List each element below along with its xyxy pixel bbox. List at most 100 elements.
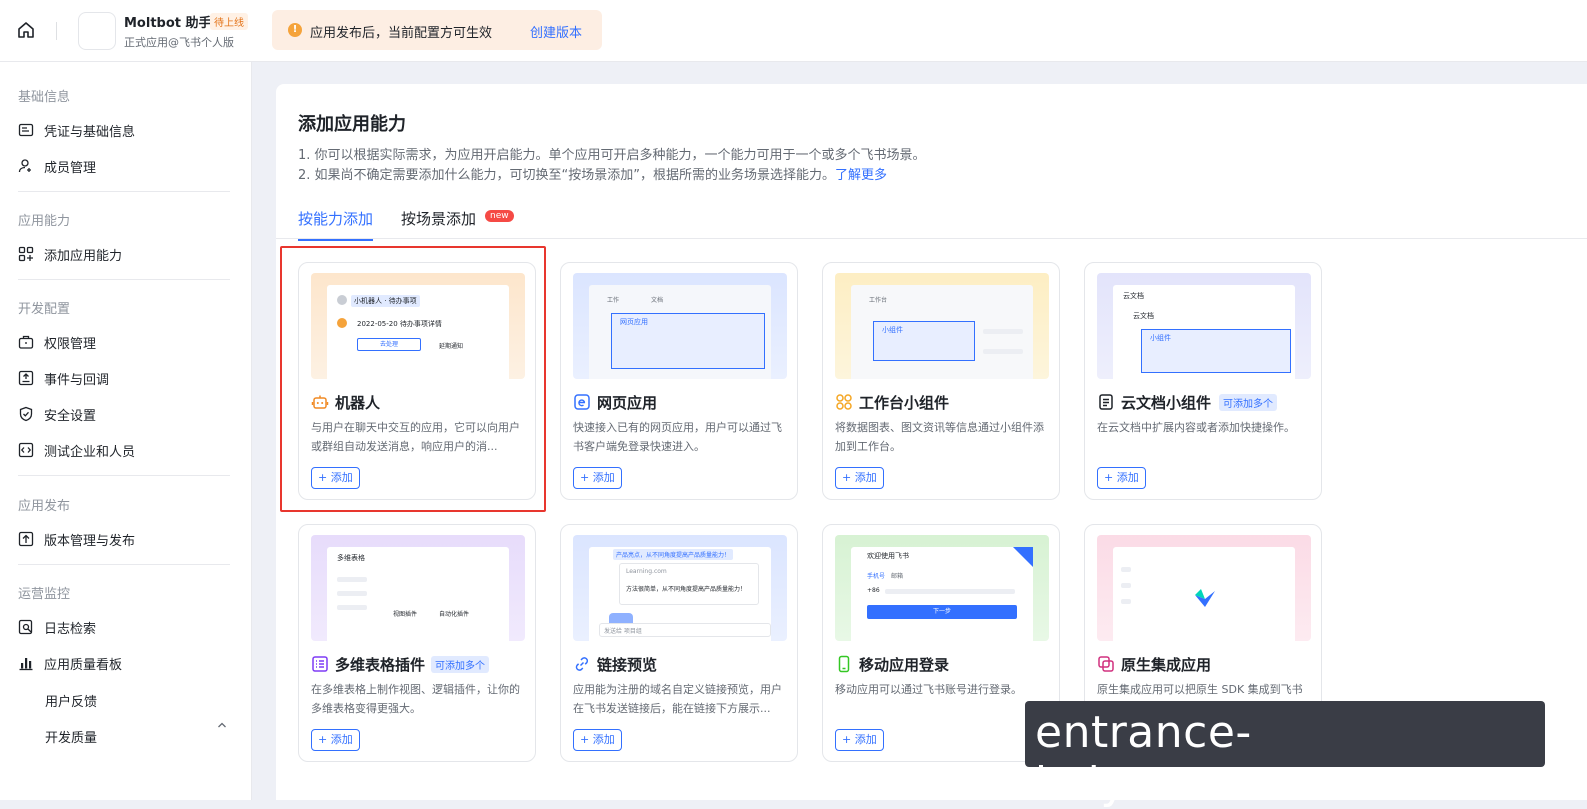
tab-by-scenario[interactable]: 按场景添加 xyxy=(401,208,476,229)
capability-card-web-app[interactable]: 工作 文档 网页应用 网页应用 快速接入已有的网页应用，用户可以通过飞书客户端免… xyxy=(560,262,798,500)
multi-badge: 可添加多个 xyxy=(1219,394,1277,411)
doc-icon xyxy=(1099,394,1113,410)
top-bar: Moltbot 助手 待上线 正式应用@飞书个人版 ! 应用发布后，当前配置方可… xyxy=(0,0,1587,62)
code-icon xyxy=(18,442,34,458)
illustration-tab: 手机号 xyxy=(867,573,886,580)
capability-card-doc-widget[interactable]: 云文档 云文档 小组件 云文档小组件 可添加多个 在云文档中扩展内容或者添加快捷… xyxy=(1084,262,1322,500)
illustration-label: 自动化插件 xyxy=(439,611,470,618)
placeholder-bar xyxy=(1121,583,1131,588)
illustration-text: 方法很简单，从不同角度提高产品质量能力！ xyxy=(626,586,747,593)
card-title: 多维表格插件 xyxy=(335,656,426,674)
placeholder-bar xyxy=(1121,567,1131,572)
illustration-window: 云文档 云文档 小组件 xyxy=(1113,285,1295,379)
sidebar-item-credentials[interactable]: 凭证与基础信息 xyxy=(18,118,135,142)
native-app-illustration xyxy=(1097,535,1311,641)
shield-icon xyxy=(19,406,33,422)
illustration-window: 多维表格 视图插件 自动化插件 xyxy=(327,547,509,641)
capability-card-bitable-plugin[interactable]: 多维表格 视图插件 自动化插件 多维表格插件 可添加多个 在多维表格上制作视图、… xyxy=(298,524,536,762)
event-icon xyxy=(18,370,34,386)
watermark: entrance-kaiyun.com.cn xyxy=(1025,701,1545,809)
sidebar-item-label: 事件与回调 xyxy=(44,372,110,388)
description-line-1: 1. 你可以根据实际需求，为应用开启能力。单个应用可开启多种能力，一个能力可用于… xyxy=(298,148,926,163)
add-button[interactable]: + 添加 xyxy=(1097,467,1146,489)
sidebar-item-permissions[interactable]: 权限管理 xyxy=(18,330,96,354)
illustration-label: 云文档 xyxy=(1133,312,1154,320)
section-dev-config: 开发配置 xyxy=(18,302,71,317)
add-button[interactable]: + 添加 xyxy=(835,729,884,751)
tab-by-capability[interactable]: 按能力添加 xyxy=(298,208,374,241)
sidebar-item-add-capability[interactable]: 添加应用能力 xyxy=(18,242,122,266)
capability-card-widget[interactable]: 工作台 小组件 工作台小组件 将数据图表、图文资讯等信息通过小组件添加到工作台。… xyxy=(822,262,1060,500)
sidebar-item-members[interactable]: 成员管理 xyxy=(18,154,96,178)
illustration-window: 欢迎使用飞书 手机号 邮箱 +86 下一步 xyxy=(851,547,1033,641)
bitable-icon xyxy=(312,656,328,672)
multi-badge: 可添加多个 xyxy=(431,656,489,673)
grid-add-icon xyxy=(18,246,34,262)
link-icon xyxy=(575,657,589,671)
section-publish: 应用发布 xyxy=(18,499,71,514)
bar-chart-icon xyxy=(19,658,33,671)
id-card-icon xyxy=(18,123,34,137)
sidebar-item-events[interactable]: 事件与回调 xyxy=(18,366,109,390)
sidebar-item-label: 凭证与基础信息 xyxy=(44,124,136,140)
section-basic-info: 基础信息 xyxy=(18,90,71,105)
add-button[interactable]: + 添加 xyxy=(311,729,360,751)
card-description: 将数据图表、图文资讯等信息通过小组件添加到工作台。 xyxy=(835,421,1044,453)
add-button[interactable]: + 添加 xyxy=(835,467,884,489)
sidebar-item-label: 测试企业和人员 xyxy=(44,444,136,460)
mobile-icon xyxy=(838,655,850,673)
log-search-icon xyxy=(18,619,33,635)
card-title: 链接预览 xyxy=(597,656,658,674)
divider xyxy=(18,279,230,280)
app-subtitle: 正式应用@飞书个人版 xyxy=(124,36,234,49)
watermark-text: entrance-kaiyun.com.cn xyxy=(1035,707,1362,809)
briefcase-icon xyxy=(18,335,34,349)
illustration-window: 工作 文档 网页应用 xyxy=(589,285,771,379)
app-avatar xyxy=(78,12,116,50)
link-preview-illustration: 产品亮点，从不同角度提高产品质量能力！ Learning.com 方法很简单，从… xyxy=(573,535,787,641)
sidebar-item-security[interactable]: 安全设置 xyxy=(18,402,96,426)
sidebar-subitem-dev-quality[interactable]: 开发质量 xyxy=(45,727,97,746)
sidebar-item-label: 添加应用能力 xyxy=(44,248,123,264)
placeholder-bar xyxy=(1121,599,1131,604)
divider xyxy=(18,191,230,192)
illustration-header: 云文档 xyxy=(1123,292,1144,300)
sidebar-item-label: 安全设置 xyxy=(44,408,97,424)
illustration-header: 多维表格 xyxy=(337,554,365,562)
sidebar-subitem-feedback[interactable]: 用户反馈 xyxy=(45,691,97,710)
tab-underline xyxy=(276,238,1587,239)
illustration-code: +86 xyxy=(867,587,880,594)
illustration-tab: 工作 xyxy=(607,297,620,304)
card-title: 原生集成应用 xyxy=(1121,656,1212,674)
sidebar: 基础信息 凭证与基础信息 成员管理 应用能力 添加应用能力 开发配置 权限管理 … xyxy=(0,62,252,800)
chevron-up-icon[interactable] xyxy=(216,719,228,731)
sidebar-item-label: 应用质量看板 xyxy=(44,657,123,673)
add-button[interactable]: + 添加 xyxy=(573,467,622,489)
notice-text: 应用发布后，当前配置方可生效 xyxy=(310,26,493,41)
illustration-banner: 产品亮点，从不同角度提高产品质量能力！ xyxy=(613,549,734,560)
sidebar-item-logs[interactable]: 日志检索 xyxy=(18,615,96,639)
illustration-header: 欢迎使用飞书 xyxy=(867,552,909,560)
web-app-illustration: 工作 文档 网页应用 xyxy=(573,273,787,379)
warning-icon: ! xyxy=(288,23,302,37)
create-version-link[interactable]: 创建版本 xyxy=(530,22,582,41)
status-badge: 待上线 xyxy=(210,13,248,30)
feishu-logo-icon xyxy=(1195,589,1215,607)
section-app-capability: 应用能力 xyxy=(18,214,71,229)
illustration-window xyxy=(1113,547,1295,641)
doc-widget-illustration: 云文档 云文档 小组件 xyxy=(1097,273,1311,379)
bitable-illustration: 多维表格 视图插件 自动化插件 xyxy=(311,535,525,641)
sidebar-item-quality-board[interactable]: 应用质量看板 xyxy=(18,651,122,675)
upload-icon xyxy=(18,531,34,547)
home-icon[interactable] xyxy=(16,20,36,40)
capability-card-link-preview[interactable]: 产品亮点，从不同角度提高产品质量能力！ Learning.com 方法很简单，从… xyxy=(560,524,798,762)
placeholder-bar xyxy=(337,605,367,610)
illustration-tab: 工作台 xyxy=(869,297,888,304)
illustration-tab: 文档 xyxy=(651,297,664,304)
widget-illustration: 工作台 小组件 xyxy=(835,273,1049,379)
divider xyxy=(18,564,230,565)
add-button[interactable]: + 添加 xyxy=(573,729,622,751)
sidebar-item-test-tenant[interactable]: 测试企业和人员 xyxy=(18,438,135,462)
sidebar-item-versions[interactable]: 版本管理与发布 xyxy=(18,527,135,551)
learn-more-link[interactable]: 了解更多 xyxy=(835,168,887,183)
